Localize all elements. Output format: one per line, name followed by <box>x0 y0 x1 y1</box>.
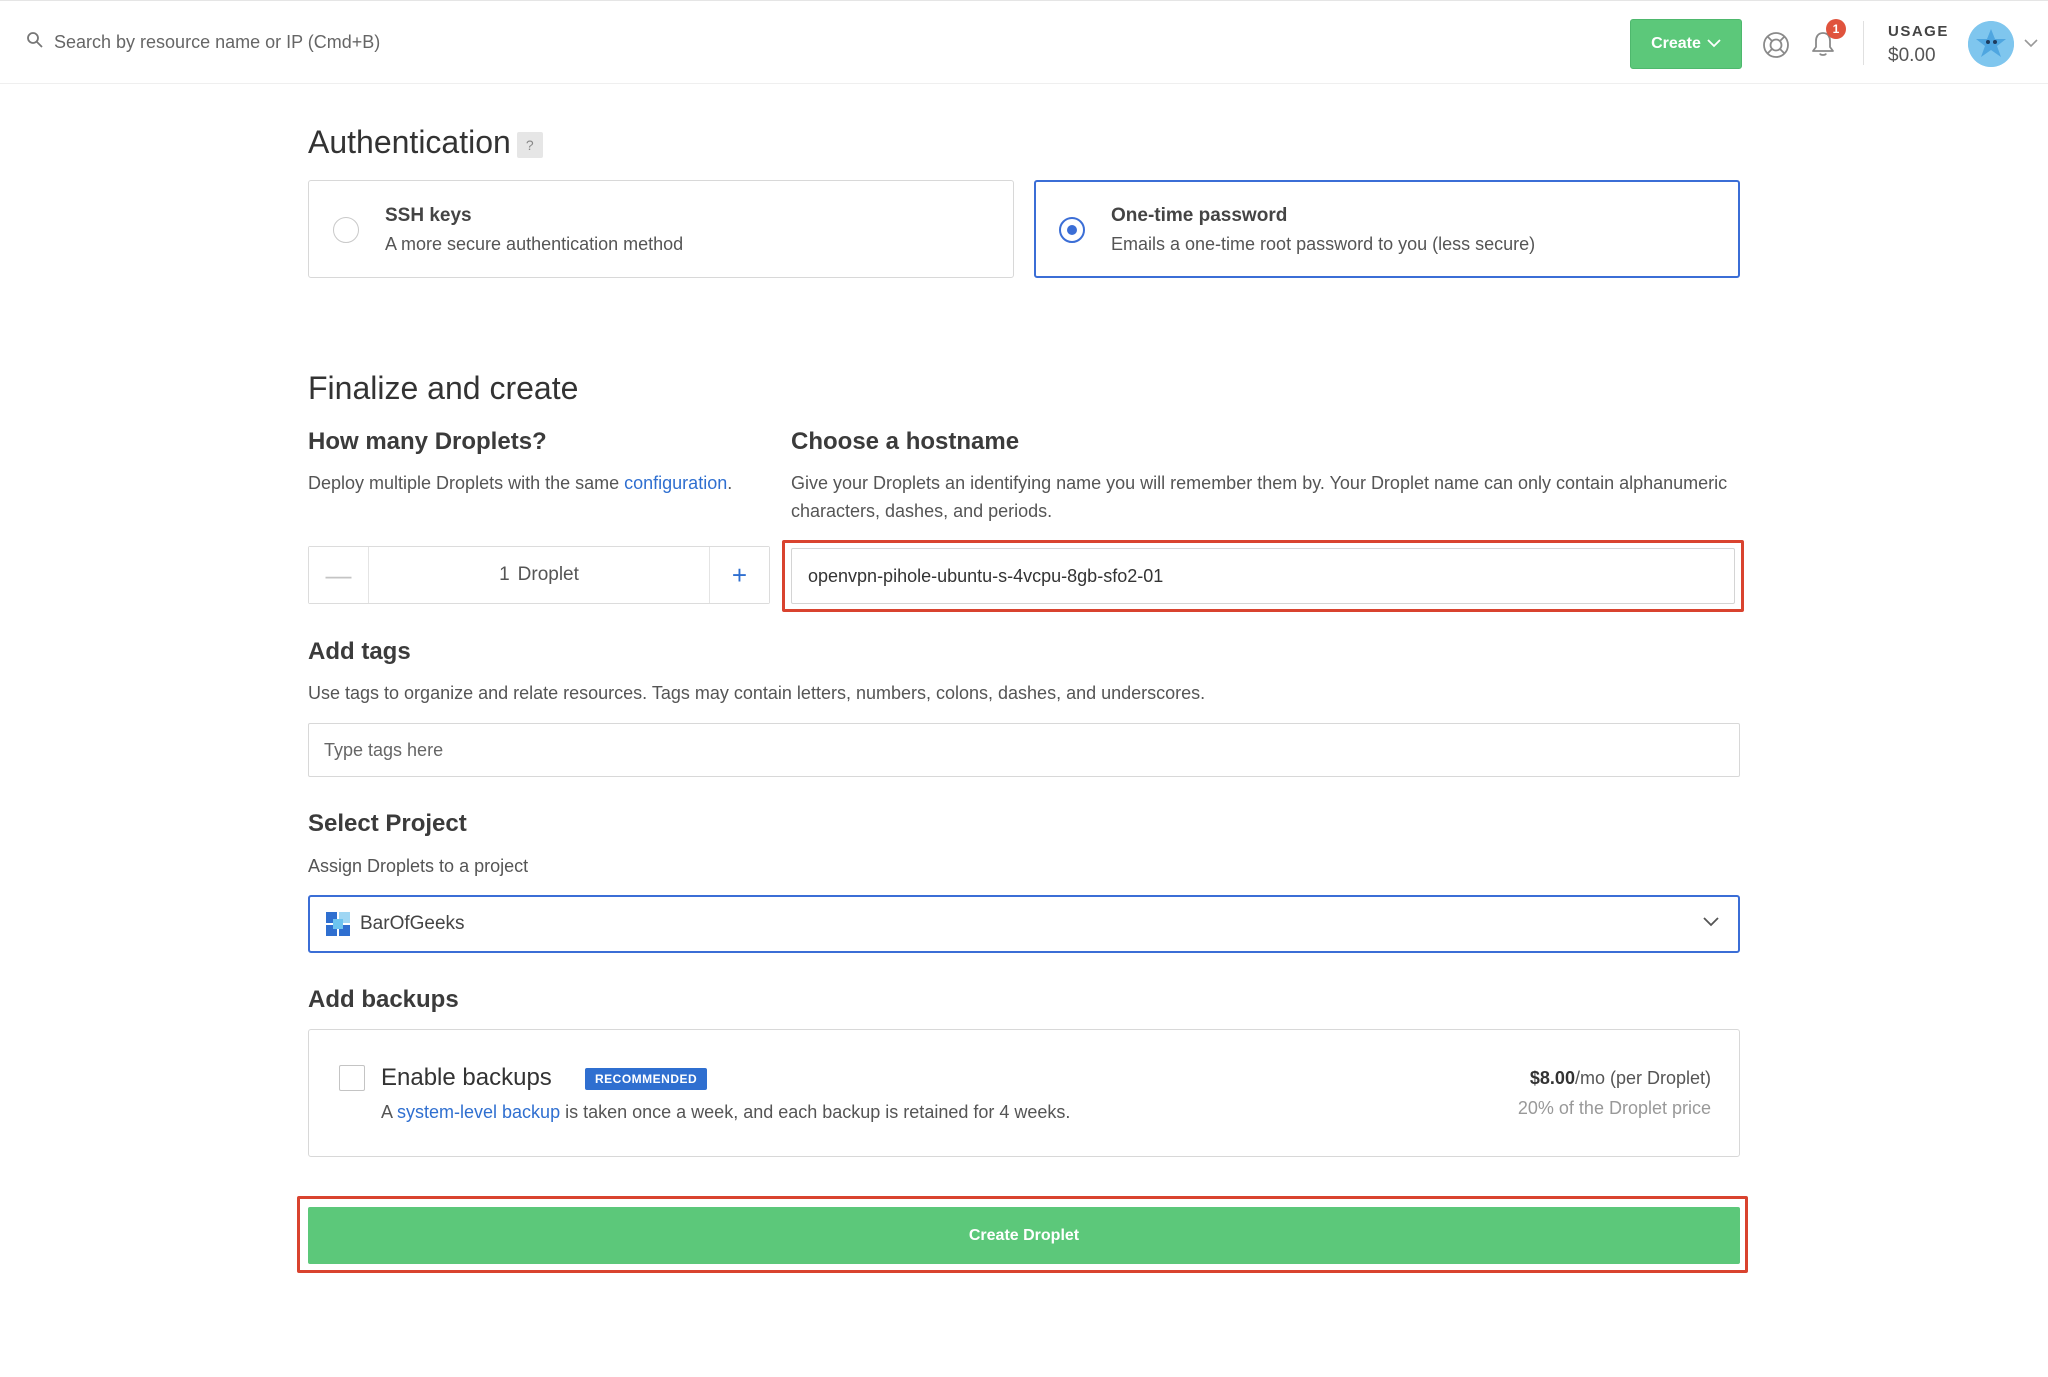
auth-option-ssh-keys[interactable]: SSH keys A more secure authentication me… <box>308 180 1014 278</box>
notification-count-badge: 1 <box>1826 19 1846 39</box>
ssh-keys-description: A more secure authentication method <box>385 234 684 254</box>
backup-price-amount: $8.00 <box>1529 1068 1575 1088</box>
project-select[interactable]: BarOfGeeks <box>308 895 1740 953</box>
enable-backups-checkbox[interactable] <box>339 1065 365 1091</box>
support-lifebuoy-icon[interactable] <box>1762 31 1790 64</box>
tags-description: Use tags to organize and relate resource… <box>308 683 1206 703</box>
chevron-down-icon <box>1707 35 1721 53</box>
ssh-keys-title: SSH keys <box>385 205 472 226</box>
project-heading: Select Project <box>308 810 467 837</box>
droplet-count-desc-suffix: . <box>727 473 733 493</box>
avatar[interactable] <box>1968 21 2014 67</box>
backups-description: A system-level backup is taken once a we… <box>381 1102 1070 1123</box>
ssh-keys-radio[interactable] <box>333 217 359 243</box>
usage-label: USAGE <box>1888 23 1949 40</box>
one-time-password-description: Emails a one-time root password to you (… <box>1111 234 1536 254</box>
droplet-count-unit: Droplet <box>517 564 579 585</box>
backups-desc-suffix: is taken once a week, and each backup is… <box>560 1102 1071 1122</box>
droplet-count-heading: How many Droplets? <box>308 428 547 455</box>
hostname-description: Give your Droplets an identifying name y… <box>791 473 1728 521</box>
chevron-down-icon <box>1702 915 1720 933</box>
recommended-badge: RECOMMENDED <box>585 1068 708 1090</box>
tags-heading: Add tags <box>308 638 411 665</box>
tags-input[interactable] <box>308 723 1740 777</box>
droplet-count-number: 1 <box>499 564 510 585</box>
enable-backups-label[interactable]: Enable backups <box>381 1064 552 1092</box>
sammy-avatar-icon <box>1968 21 2014 67</box>
search-icon <box>26 31 44 54</box>
authentication-title: Authentication <box>308 124 511 160</box>
auth-option-one-time-password[interactable]: One-time password Emails a one-time root… <box>1034 180 1740 278</box>
droplet-count-desc-text: Deploy multiple Droplets with the same <box>308 473 625 493</box>
configuration-link[interactable]: configuration <box>624 473 727 493</box>
droplet-quantity-stepper: — 1 Droplet + <box>308 546 770 604</box>
increment-button[interactable]: + <box>709 547 769 603</box>
create-menu-button[interactable]: Create <box>1630 19 1742 69</box>
topbar-divider <box>1863 21 1864 65</box>
search-input[interactable] <box>54 32 474 53</box>
droplet-count-description: Deploy multiple Droplets with the same c… <box>308 469 732 497</box>
hostname-input[interactable] <box>791 548 1735 604</box>
backups-card: Enable backups RECOMMENDED A system-leve… <box>308 1029 1740 1157</box>
droplet-quantity-value: 1 Droplet <box>369 547 709 603</box>
one-time-password-title: One-time password <box>1111 205 1288 226</box>
authentication-help-icon[interactable]: ? <box>516 131 543 158</box>
create-button-label: Create <box>1651 35 1701 52</box>
backup-price-note: 20% of the Droplet price <box>1517 1098 1711 1118</box>
project-logo-icon <box>326 912 350 936</box>
backup-price: $8.00/mo (per Droplet) <box>1530 1068 1711 1089</box>
usage-value[interactable]: $0.00 <box>1888 45 1936 67</box>
one-time-password-radio[interactable] <box>1059 217 1085 243</box>
hostname-heading: Choose a hostname <box>791 428 1020 455</box>
project-selected-value: BarOfGeeks <box>360 913 465 934</box>
project-description: Assign Droplets to a project <box>308 856 529 876</box>
backup-price-unit: /mo (per Droplet) <box>1574 1068 1711 1088</box>
authentication-heading: Authentication? <box>308 124 543 161</box>
system-level-backup-link[interactable]: system-level backup <box>397 1102 560 1122</box>
backups-heading: Add backups <box>308 986 459 1013</box>
account-chevron-down-icon[interactable] <box>2024 35 2038 53</box>
search-bar[interactable] <box>26 31 474 54</box>
finalize-heading: Finalize and create <box>308 370 579 406</box>
decrement-button[interactable]: — <box>309 547 369 603</box>
top-navigation-bar: Create 1 USAGE $0.00 <box>0 0 2048 84</box>
backups-desc-prefix: A <box>381 1102 398 1122</box>
create-droplet-button[interactable]: Create Droplet <box>308 1207 1740 1264</box>
